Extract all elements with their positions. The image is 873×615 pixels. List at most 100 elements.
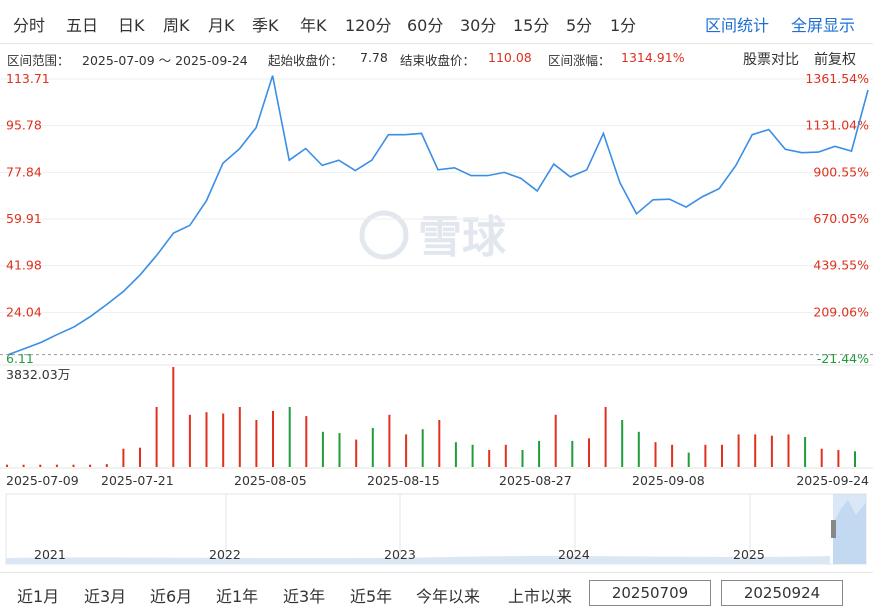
volume-bar: [188, 414, 191, 467]
volume-bar: [721, 444, 723, 467]
y-tick-label: 95.78: [6, 118, 42, 133]
volume-bar: [205, 412, 208, 467]
start-price-value: 7.78: [360, 50, 388, 65]
tab-intraday[interactable]: 分时: [13, 12, 45, 36]
volume-bar: [39, 464, 42, 467]
range-ytd-button[interactable]: 今年以来: [416, 583, 480, 607]
volume-bar: [488, 450, 491, 467]
range-value: 2025-07-09 ～ 2025-09-24: [82, 53, 248, 68]
volume-bar: [837, 450, 840, 467]
range-1-year-button[interactable]: 近1年: [216, 583, 258, 607]
range-5-years-button[interactable]: 近5年: [350, 583, 392, 607]
range-selector-bar: 近1月 近3月 近6月 近1年 近3年 近5年 今年以来 上市以来 202507…: [0, 572, 873, 615]
y-right-tick-label: 900.55%: [813, 164, 869, 179]
volume-bar: [139, 447, 141, 467]
y-tick-label: 41.98: [6, 258, 42, 273]
change-value: 1314.91%: [621, 50, 685, 65]
end-date-input[interactable]: 20250924: [721, 580, 843, 606]
volume-bar: [588, 438, 590, 467]
x-tick-label: 2025-07-21: [101, 473, 174, 488]
end-price-label: 结束收盘价：: [400, 53, 476, 68]
y-right-tick-label: 209.06%: [813, 304, 869, 319]
y-right-tick-label: 439.55%: [813, 258, 869, 273]
tab-quarterly-k[interactable]: 季K: [252, 12, 279, 36]
tab-15min[interactable]: 15分: [513, 12, 549, 36]
volume-bar: [471, 444, 474, 467]
volume-bar: [405, 434, 408, 467]
volume-bar: [704, 444, 707, 467]
tab-weekly-k[interactable]: 周K: [163, 12, 190, 36]
x-tick-label: 2025-08-27: [499, 473, 572, 488]
volume-bar: [55, 464, 58, 467]
timeline-navigator[interactable]: 2021 2022 2023 2024 2025: [5, 493, 867, 565]
start-price-label: 起始收盘价：: [268, 53, 344, 68]
forward-adjust-link[interactable]: 前复权: [814, 49, 856, 69]
volume-bar: [338, 433, 341, 467]
volume-bar: [388, 414, 391, 467]
volume-bar: [305, 416, 308, 467]
volume-bar: [687, 452, 690, 467]
y-tick-label: 77.84: [6, 164, 42, 179]
tab-60min[interactable]: 60分: [407, 12, 443, 36]
fullscreen-button[interactable]: 全屏显示: [791, 12, 855, 36]
tab-30min[interactable]: 30分: [460, 12, 496, 36]
stock-compare-link[interactable]: 股票对比: [743, 49, 799, 69]
range-1-month-button[interactable]: 近1月: [17, 583, 59, 607]
volume-bar: [22, 464, 25, 467]
watermark-text: 雪球: [418, 212, 507, 263]
volume-bar: [770, 435, 773, 467]
volume-bar: [820, 448, 823, 467]
interval-info-bar: 区间范围： 2025-07-09 ～ 2025-09-24 起始收盘价： 7.7…: [0, 47, 873, 69]
tab-yearly-k[interactable]: 年K: [300, 12, 327, 36]
volume-bar: [222, 413, 225, 467]
volume-bar: [521, 450, 524, 467]
tab-120min[interactable]: 120分: [345, 12, 392, 36]
volume-bar: [6, 464, 8, 467]
volume-bar: [804, 437, 807, 467]
start-date-input[interactable]: 20250709: [589, 580, 711, 606]
tab-5min[interactable]: 5分: [566, 12, 592, 36]
volume-bar: [654, 442, 657, 467]
volume-bar: [272, 410, 274, 467]
y-tick-label: 113.71: [6, 71, 50, 86]
x-tick-label: 2025-09-24: [796, 473, 869, 488]
volume-bar: [421, 429, 424, 467]
volume-bar: [571, 440, 574, 467]
range-since-listing-button[interactable]: 上市以来: [508, 583, 572, 607]
xueqiu-logo-icon: [359, 210, 409, 260]
volume-bar: [454, 442, 457, 467]
volume-bar: [787, 434, 790, 467]
volume-bars: [6, 367, 856, 467]
y-tick-label: 24.04: [6, 304, 42, 319]
volume-bar: [288, 407, 291, 467]
volume-bar: [255, 420, 258, 467]
interval-stats-button[interactable]: 区间统计: [705, 12, 769, 36]
navigator-selection[interactable]: [833, 494, 866, 564]
watermark: 雪球: [359, 210, 507, 263]
navigator-year-2022: 2022: [209, 547, 241, 562]
navigator-year-2024: 2024: [558, 547, 590, 562]
navigator-year-2021: 2021: [34, 547, 66, 562]
x-tick-label: 2025-08-05: [234, 473, 307, 488]
volume-bar: [155, 407, 158, 467]
volume-bar: [737, 434, 740, 467]
tab-daily-k[interactable]: 日K: [118, 12, 145, 36]
volume-bar: [105, 464, 108, 467]
volume-bar: [89, 464, 92, 467]
volume-max-label: 3832.03万: [6, 367, 70, 382]
range-3-months-button[interactable]: 近3月: [84, 583, 126, 607]
volume-bar: [637, 431, 640, 467]
volume-bar: [122, 448, 125, 467]
y-right-tick-label: -21.44%: [817, 351, 869, 366]
navigator-year-2023: 2023: [384, 547, 416, 562]
price-grid: [0, 78, 873, 313]
x-tick-label: 2025-08-15: [367, 473, 440, 488]
navigator-left-handle[interactable]: [831, 520, 836, 538]
y-right-tick-label: 1361.54%: [805, 71, 869, 86]
tab-1min[interactable]: 1分: [610, 12, 636, 36]
volume-bar: [538, 440, 541, 467]
tab-five-day[interactable]: 五日: [66, 12, 98, 36]
range-6-months-button[interactable]: 近6月: [150, 583, 192, 607]
tab-monthly-k[interactable]: 月K: [208, 12, 235, 36]
range-3-years-button[interactable]: 近3年: [283, 583, 325, 607]
